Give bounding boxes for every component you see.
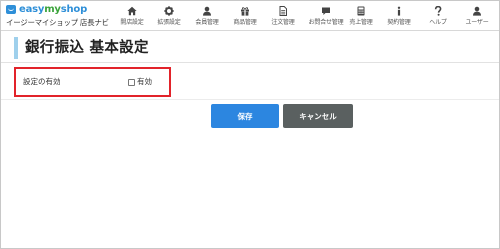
enable-checkbox-group[interactable]: 有効 [128, 77, 152, 87]
logo-wordmark: easymyshop [6, 3, 101, 16]
nav-item-sales[interactable]: 売上管理 [347, 1, 375, 31]
logo[interactable]: easymyshop イージーマイショップ 店長ナビ [6, 3, 109, 29]
nav-label: ユーザー [465, 19, 489, 26]
top-header: easymyshop イージーマイショップ 店長ナビ 開店設定 拡張設定 会員管… [1, 1, 499, 31]
document-icon [277, 5, 289, 17]
nav-label: ヘルプ [429, 19, 447, 26]
save-button[interactable]: 保存 [211, 104, 279, 128]
divider [1, 99, 499, 100]
logo-shop: shop [60, 3, 88, 15]
nav-label: 注文管理 [271, 19, 295, 26]
question-icon [432, 5, 444, 17]
divider [1, 62, 499, 63]
enable-checkbox[interactable] [128, 78, 135, 86]
nav-label: お問合せ管理 [308, 19, 344, 26]
nav-item-orders[interactable]: 注文管理 [270, 1, 296, 31]
enable-checkbox-label[interactable]: 有効 [137, 77, 152, 87]
nav-item-store-settings[interactable]: 開店設定 [119, 1, 145, 31]
setting-label: 設定の有効 [23, 77, 61, 86]
home-icon [126, 5, 138, 17]
nav-item-contract[interactable]: 契約管理 [386, 1, 412, 31]
nav-item-extended-settings[interactable]: 拡張設定 [156, 1, 182, 31]
info-icon [393, 5, 405, 17]
nav-item-inquiries[interactable]: お問合せ管理 [306, 1, 346, 31]
page-title: 銀行振込 基本設定 [25, 40, 149, 56]
nav-label: 開店設定 [120, 19, 144, 26]
calculator-icon [355, 5, 367, 17]
nav-item-members[interactable]: 会員管理 [194, 1, 220, 31]
logo-subtitle: イージーマイショップ 店長ナビ [6, 18, 109, 27]
gear-icon [163, 5, 175, 17]
nav-label: 契約管理 [387, 19, 411, 26]
logo-badge-icon [6, 5, 16, 14]
nav-label: 会員管理 [195, 19, 219, 26]
nav-label: 拡張設定 [157, 19, 181, 26]
nav-label: 商品管理 [233, 19, 257, 26]
logo-my: my [44, 3, 61, 15]
user-icon [471, 5, 483, 17]
nav-label: 売上管理 [349, 19, 373, 26]
enable-setting-row: 設定の有効 有効 [14, 67, 171, 97]
cancel-button[interactable]: キャンセル [283, 104, 353, 128]
nav-item-help[interactable]: ヘルプ [425, 1, 451, 31]
person-icon [201, 5, 213, 17]
gift-icon [239, 5, 251, 17]
nav-item-user[interactable]: ユーザー [463, 1, 491, 31]
nav-item-products[interactable]: 商品管理 [232, 1, 258, 31]
title-accent-bar [14, 37, 18, 59]
chat-icon [320, 5, 332, 17]
logo-easy: easy [19, 3, 45, 15]
